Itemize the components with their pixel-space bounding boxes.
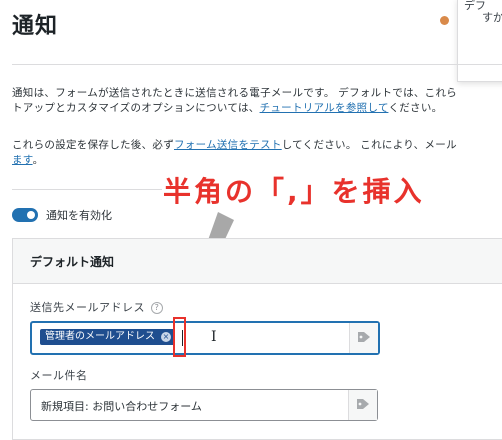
page-title: 通知 (12, 14, 59, 39)
tag-icon (357, 399, 369, 409)
toggle-label: 通知を有効化 (46, 209, 112, 222)
close-icon[interactable]: × (161, 332, 171, 342)
popup-text-2: すか (482, 11, 502, 24)
card-title: デフォルト通知 (30, 255, 115, 269)
header-divider (12, 64, 502, 65)
admin-email-tag: 管理者のメールアドレス × (40, 329, 175, 345)
email-subject-field[interactable]: 新規項目: お問い合わせフォーム (30, 389, 378, 421)
notification-toggle[interactable] (12, 208, 38, 222)
recipient-label-text: 送信先メールアドレス (30, 301, 145, 314)
intro-text: 。 (32, 154, 44, 166)
tag-icon (358, 332, 370, 342)
continuation-link[interactable]: ます (12, 154, 33, 166)
intro-line-3: これらの設定を保存した後、必ずフォーム送信をテストしてください。 これにより、メ… (12, 138, 457, 153)
intro-line-2: トアップとカスタマイズのオプションについては、チュートリアルを参照してください。 (12, 101, 442, 116)
subject-label: メール件名 (30, 369, 88, 382)
intro-text: これらの設定を保存した後、必ず (12, 139, 174, 151)
section-divider (12, 189, 162, 190)
tooltip-popup: デフ すか (457, 0, 502, 82)
smart-tag-button[interactable] (349, 323, 378, 353)
intro-line-1: 通知は、フォームが送信されたときに送信される電子メールです。 デフォルトでは、こ… (12, 87, 458, 99)
help-icon[interactable]: ? (151, 302, 163, 314)
intro-text: ください。 (388, 102, 443, 114)
intro-text: してください。 これにより、メール (281, 139, 457, 151)
tutorial-link[interactable]: チュートリアルを参照して (260, 102, 389, 114)
insertion-highlight-box (173, 317, 186, 357)
card-header: デフォルト通知 (13, 239, 502, 284)
text-cursor-icon: I (211, 329, 217, 345)
intro-line-4: ます。 (12, 153, 43, 168)
recipient-label: 送信先メールアドレス? (30, 299, 163, 315)
recipient-email-field[interactable]: 管理者のメールアドレス × I (30, 321, 380, 355)
subject-value: 新規項目: お問い合わせフォーム (41, 400, 202, 413)
smart-tag-button[interactable] (348, 390, 377, 420)
status-dot (440, 16, 449, 25)
intro-text: トアップとカスタマイズのオプションについては、 (12, 102, 260, 114)
test-form-link[interactable]: フォーム送信をテスト (174, 139, 282, 151)
default-notification-card: デフォルト通知 送信先メールアドレス? 管理者のメールアドレス × I メール件… (12, 238, 502, 440)
tag-label: 管理者のメールアドレス (45, 331, 155, 342)
